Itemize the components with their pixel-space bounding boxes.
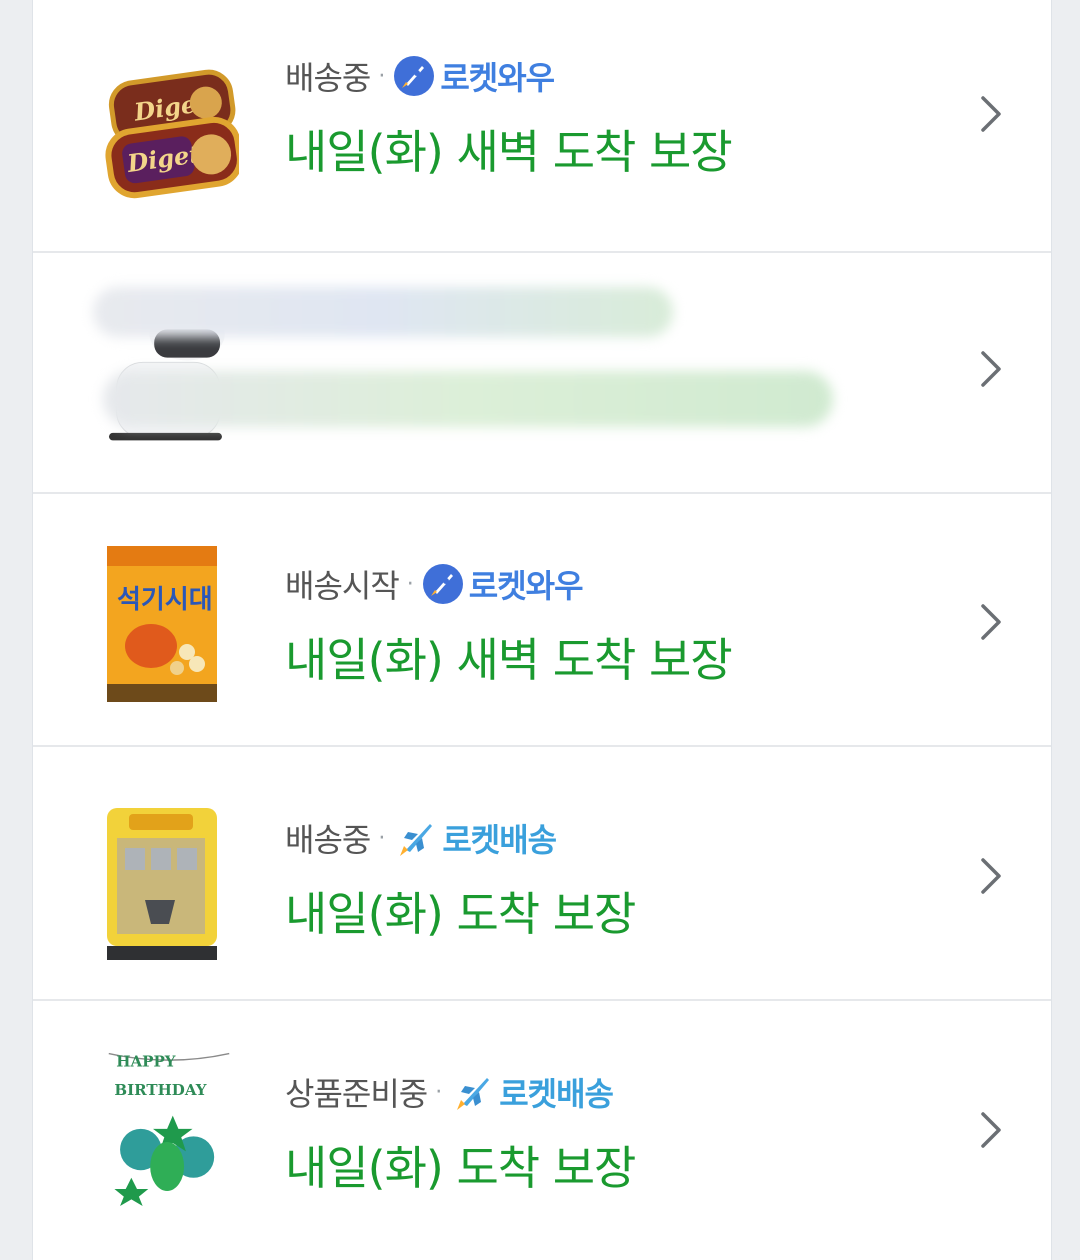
svg-text:HAPPY: HAPPY (116, 1053, 176, 1071)
product-thumbnail (107, 808, 217, 960)
redaction-mark (93, 287, 673, 337)
order-status-line: 배송중 · 로켓와우 (285, 53, 555, 99)
badge-label: 로켓배송 (499, 1075, 614, 1113)
order-list-panel: Diget Diget 배송중 · 로켓와우 내일(화) 새벽 도착 보장 석기… (32, 0, 1052, 1260)
order-row[interactable]: 배송중 · 로켓배송 내일(화) 도착 보장 (33, 748, 1051, 1001)
delivery-eta: 내일(화) 새벽 도착 보장 (285, 633, 733, 687)
delivery-eta: 내일(화) 도착 보장 (285, 1141, 636, 1195)
delivery-status: 배송중 (285, 821, 371, 859)
badge-label: 로켓와우 (468, 567, 584, 605)
order-row[interactable]: Diget Diget 배송중 · 로켓와우 내일(화) 새벽 도착 보장 (33, 0, 1051, 253)
separator-dot: · (435, 1079, 442, 1105)
delivery-status: 상품준비중 (285, 1075, 428, 1113)
rocket-wow-icon (394, 56, 435, 96)
rocket-delivery-badge: 로켓배송 (392, 815, 557, 861)
rocket-wow-icon (422, 564, 463, 604)
rocket-wow-badge: 로켓와우 (392, 53, 555, 99)
badge-label: 로켓와우 (440, 59, 555, 97)
rocket-wow-badge: 로켓와우 (421, 561, 584, 607)
delivery-eta: 내일(화) 새벽 도착 보장 (285, 125, 733, 179)
product-thumbnail: HAPPY BIRTHDAY (108, 1053, 230, 1206)
order-status-line: 상품준비중 · 로켓배송 (285, 1069, 614, 1115)
svg-text:석기시대: 석기시대 (117, 585, 213, 615)
svg-text:BIRTHDAY: BIRTHDAY (114, 1081, 206, 1099)
chevron-right-icon[interactable] (979, 94, 1003, 134)
delivery-status: 배송시작 (285, 567, 400, 605)
rocket-icon (400, 824, 433, 856)
chevron-right-icon[interactable] (979, 602, 1003, 642)
separator-dot: · (378, 63, 385, 89)
separator-dot: · (406, 571, 414, 597)
chevron-right-icon[interactable] (979, 349, 1003, 389)
rocket-icon (457, 1078, 490, 1110)
badge-label: 로켓배송 (442, 821, 557, 859)
order-row[interactable]: 석기시대 배송시작 · 로켓와우 내일(화) 새벽 도착 보장 (33, 494, 1051, 747)
order-row[interactable] (33, 241, 1051, 494)
delivery-eta: 내일(화) 도착 보장 (285, 887, 636, 941)
rocket-delivery-badge: 로켓배송 (449, 1069, 614, 1115)
product-thumbnail: Diget Diget (105, 69, 239, 199)
order-row[interactable]: HAPPY BIRTHDAY 상품준비중 · 로켓배송 내일(화) 도착 보장 (33, 1002, 1051, 1255)
redaction-mark (103, 371, 833, 427)
product-thumbnail: 석기시대 (107, 546, 217, 702)
order-status-line: 배송중 · 로켓배송 (285, 815, 557, 861)
order-status-line: 배송시작 · 로켓와우 (285, 561, 584, 607)
delivery-status: 배송중 (285, 59, 371, 97)
chevron-right-icon[interactable] (979, 1110, 1003, 1150)
separator-dot: · (378, 825, 385, 851)
chevron-right-icon[interactable] (979, 856, 1003, 896)
